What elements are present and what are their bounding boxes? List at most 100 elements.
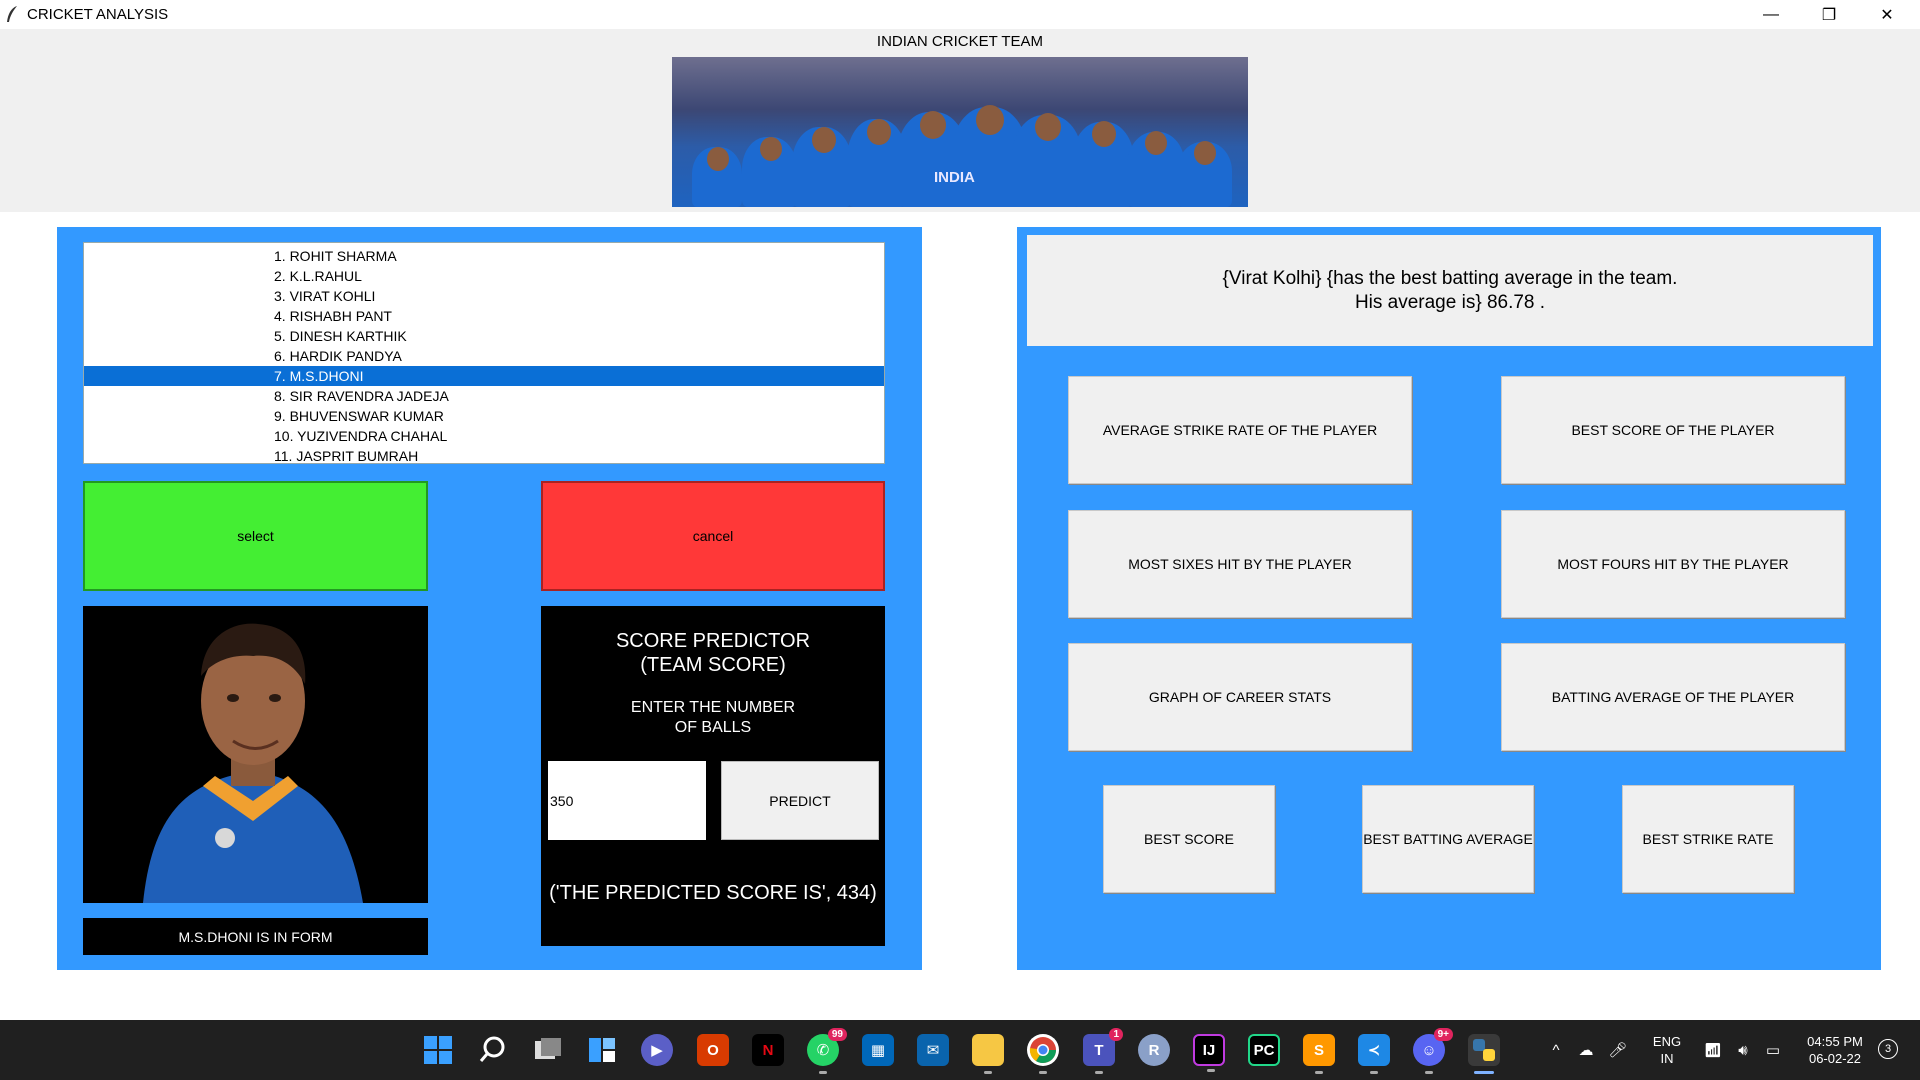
player-form-status: M.S.DHONI IS IN FORM xyxy=(83,918,428,955)
battery-icon[interactable]: ▭ xyxy=(1757,1034,1789,1066)
balls-input[interactable] xyxy=(548,761,706,840)
widgets-icon[interactable] xyxy=(586,1034,618,1066)
running-indicator xyxy=(984,1071,992,1074)
chevron-up-icon[interactable]: ^ xyxy=(1540,1034,1572,1066)
close-button[interactable]: ✕ xyxy=(1858,0,1916,29)
banner-player-head xyxy=(707,147,729,171)
wifi-icon[interactable]: 📶︎ xyxy=(1697,1034,1729,1066)
player-list-item[interactable]: 7. M.S.DHONI xyxy=(84,366,884,386)
store-icon[interactable]: ▦ xyxy=(862,1034,894,1066)
player-list-item[interactable]: 10. YUZIVENDRA CHAHAL xyxy=(84,426,884,446)
player-list-item[interactable]: 9. BHUVENSWAR KUMAR xyxy=(84,406,884,426)
banner-player-head xyxy=(1092,121,1116,147)
select-button[interactable]: select xyxy=(83,481,428,591)
active-indicator xyxy=(1474,1071,1494,1074)
running-indicator xyxy=(1425,1071,1433,1074)
predictor-sub-line1: ENTER THE NUMBER xyxy=(630,699,796,716)
window-title: CRICKET ANALYSIS xyxy=(27,6,169,23)
best-score-button[interactable]: BEST SCORE xyxy=(1103,785,1275,893)
avg-strike-rate-button[interactable]: AVERAGE STRIKE RATE OF THE PLAYER xyxy=(1068,376,1412,484)
player-list-item[interactable]: 11. JASPRIT BUMRAH xyxy=(84,446,884,466)
predictor-sub-line2: OF BALLS xyxy=(674,719,752,736)
language-line2: IN xyxy=(1660,1051,1674,1066)
batting-average-button[interactable]: BATTING AVERAGE OF THE PLAYER xyxy=(1501,643,1845,751)
clock[interactable]: 04:55 PM 06-02-22 xyxy=(1795,1033,1875,1067)
running-indicator xyxy=(819,1071,827,1074)
player-list-item[interactable]: 1. ROHIT SHARMA xyxy=(84,246,884,266)
page-title: INDIAN CRICKET TEAM xyxy=(876,33,1044,50)
running-indicator xyxy=(1095,1071,1103,1074)
minimize-button[interactable]: — xyxy=(1742,0,1800,29)
most-fours-button[interactable]: MOST FOURS HIT BY THE PLAYER xyxy=(1501,510,1845,618)
predicted-score-text: ('THE PREDICTED SCORE IS', 434) xyxy=(549,882,877,904)
player-listbox[interactable]: 1. ROHIT SHARMA 2. K.L.RAHUL 3. VIRAT KOHL… xyxy=(83,242,885,464)
predictor-title-line1: SCORE PREDICTOR xyxy=(615,630,811,652)
volume-icon[interactable]: 🔊︎ xyxy=(1727,1034,1759,1066)
predict-button[interactable]: PREDICT xyxy=(721,761,879,840)
banner-player-head xyxy=(812,127,836,153)
best-batting-average-button[interactable]: BEST BATTING AVERAGE xyxy=(1362,785,1534,893)
player-list-item[interactable]: 5. DINESH KARTHIK xyxy=(84,326,884,346)
file-explorer-icon[interactable] xyxy=(972,1034,1004,1074)
running-indicator xyxy=(1315,1071,1323,1074)
banner-player-head xyxy=(920,111,946,139)
result-message-line2: His average is} 86.78 . xyxy=(1354,291,1546,313)
best-score-of-player-button[interactable]: BEST SCORE OF THE PLAYER xyxy=(1501,376,1845,484)
teams-chat-icon[interactable]: ▶ xyxy=(641,1034,673,1066)
language-indicator[interactable]: ENG IN xyxy=(1643,1033,1691,1067)
cancel-button[interactable]: cancel xyxy=(541,481,885,591)
banner-player-head xyxy=(760,137,782,161)
player-list-item[interactable]: 2. K.L.RAHUL xyxy=(84,266,884,286)
restore-button[interactable]: ❐ xyxy=(1800,0,1858,29)
task-view-icon[interactable] xyxy=(532,1034,564,1066)
clock-date: 06-02-22 xyxy=(1808,1051,1862,1066)
taskbar: ▶ O N ✆ 99 ▦ ✉ T1 R IJ PC S ≺ ☺ 9+ ^ ☁ 🎤︎ … xyxy=(0,1020,1920,1080)
vscode-icon[interactable]: ≺ xyxy=(1358,1034,1390,1074)
player-panel: 1. ROHIT SHARMA 2. K.L.RAHUL 3. VIRAT KOHL… xyxy=(57,227,922,970)
player-portrait-image xyxy=(83,606,428,903)
stats-panel: {Virat Kolhi} {has the best batting aver… xyxy=(1017,227,1881,970)
discord-badge: 9+ xyxy=(1433,1028,1453,1041)
clock-time: 04:55 PM xyxy=(1807,1034,1863,1049)
office-icon[interactable]: O xyxy=(697,1034,729,1066)
running-indicator xyxy=(1207,1069,1215,1072)
teams-badge: 1 xyxy=(1109,1028,1123,1041)
banner-player-head xyxy=(976,105,1004,135)
whatsapp-icon[interactable]: ✆ 99 xyxy=(807,1028,847,1074)
onedrive-icon[interactable]: ☁ xyxy=(1570,1034,1602,1066)
intellij-icon[interactable]: IJ xyxy=(1193,1034,1225,1072)
banner-india-text: INDIA xyxy=(934,169,975,186)
pycharm-icon[interactable]: PC xyxy=(1248,1034,1280,1066)
player-photo xyxy=(83,606,428,903)
notification-count[interactable]: 3 xyxy=(1878,1039,1898,1059)
most-sixes-button[interactable]: MOST SIXES HIT BY THE PLAYER xyxy=(1068,510,1412,618)
sublime-icon[interactable]: S xyxy=(1303,1034,1335,1074)
player-list-item[interactable]: 3. VIRAT KOHLI xyxy=(84,286,884,306)
windows-start-icon[interactable] xyxy=(422,1034,454,1066)
player-list-item[interactable]: 8. SIR RAVENDRA JADEJA xyxy=(84,386,884,406)
teams-icon[interactable]: T1 xyxy=(1083,1028,1123,1074)
running-indicator xyxy=(1370,1071,1378,1074)
language-line1: ENG xyxy=(1652,1034,1682,1049)
r-icon[interactable]: R xyxy=(1138,1034,1170,1066)
team-banner-image: INDIA xyxy=(672,57,1248,207)
chrome-icon[interactable] xyxy=(1027,1034,1059,1074)
microphone-icon[interactable]: 🎤︎ xyxy=(1602,1034,1634,1066)
feather-icon xyxy=(7,6,17,22)
predictor-title-line2: (TEAM SCORE) xyxy=(640,654,786,676)
python-app-icon[interactable] xyxy=(1468,1034,1500,1074)
search-icon[interactable] xyxy=(477,1034,509,1066)
player-list-item[interactable]: 4. RISHABH PANT xyxy=(84,306,884,326)
mail-icon[interactable]: ✉ xyxy=(917,1034,949,1066)
header: INDIAN CRICKET TEAM INDIA xyxy=(0,29,1920,212)
result-message-line1: {Virat Kolhi} {has the best batting aver… xyxy=(1222,267,1678,289)
predictor-title: SCORE PREDICTOR (TEAM SCORE) xyxy=(541,629,885,677)
player-list-item[interactable]: 6. HARDIK PANDYA xyxy=(84,346,884,366)
banner-player-head xyxy=(1194,141,1216,165)
career-graph-button[interactable]: GRAPH OF CAREER STATS xyxy=(1068,643,1412,751)
whatsapp-badge: 99 xyxy=(827,1028,847,1041)
banner-player-head xyxy=(867,119,891,145)
discord-icon[interactable]: ☺ 9+ xyxy=(1413,1028,1453,1074)
netflix-icon[interactable]: N xyxy=(752,1034,784,1066)
best-strike-rate-button[interactable]: BEST STRIKE RATE xyxy=(1622,785,1794,893)
